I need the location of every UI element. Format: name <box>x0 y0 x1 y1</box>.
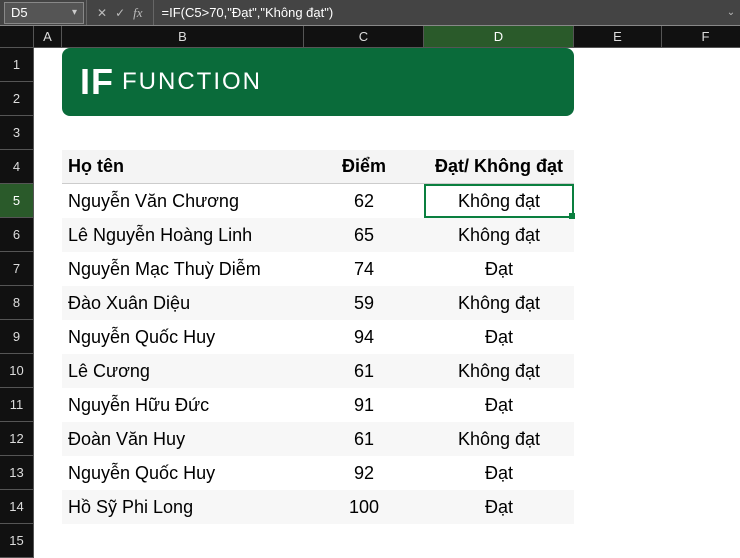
cell-name[interactable]: Lê Nguyễn Hoàng Linh <box>62 225 304 246</box>
cell-score[interactable]: 61 <box>304 429 424 450</box>
cell-name[interactable]: Nguyễn Mạc Thuỳ Diễm <box>62 259 304 280</box>
cell-status[interactable]: Không đạt <box>424 361 574 382</box>
row-header[interactable]: 1 <box>0 48 34 82</box>
formula-input[interactable]: =IF(C5>70,"Đạt","Không đạt") <box>154 5 722 20</box>
table-row[interactable]: Lê Cương61Không đạt <box>62 354 574 388</box>
fx-button-group: ✕ ✓ fx <box>86 0 154 25</box>
cell-name[interactable]: Nguyễn Quốc Huy <box>62 463 304 484</box>
cell-status[interactable]: Không đạt <box>424 293 574 314</box>
chevron-down-icon[interactable]: ▾ <box>72 7 77 18</box>
fx-icon[interactable]: fx <box>133 5 142 21</box>
cell-name[interactable]: Nguyễn Quốc Huy <box>62 327 304 348</box>
table-row[interactable]: Nguyễn Văn Chương62Không đạt <box>62 184 574 218</box>
header-name: Họ tên <box>62 156 304 177</box>
cell-status[interactable]: Đạt <box>424 259 574 280</box>
row-header[interactable]: 12 <box>0 422 34 456</box>
cancel-icon[interactable]: ✕ <box>97 6 107 20</box>
cell-score[interactable]: 92 <box>304 463 424 484</box>
row-header[interactable]: 5 <box>0 184 34 218</box>
row-header[interactable]: 11 <box>0 388 34 422</box>
table-row[interactable]: Nguyễn Hữu Đức91Đạt <box>62 388 574 422</box>
title-if: IF <box>80 61 114 103</box>
cell-status[interactable]: Đạt <box>424 327 574 348</box>
table-header-row: Họ tên Điểm Đạt/ Không đạt <box>62 150 574 184</box>
row-header[interactable]: 14 <box>0 490 34 524</box>
cell-reference: D5 <box>11 5 28 20</box>
table-row[interactable]: Đoàn Văn Huy61Không đạt <box>62 422 574 456</box>
cell-status[interactable]: Đạt <box>424 463 574 484</box>
confirm-icon[interactable]: ✓ <box>115 6 125 20</box>
cell-score[interactable]: 59 <box>304 293 424 314</box>
cell-name[interactable]: Nguyễn Văn Chương <box>62 191 304 212</box>
column-header[interactable]: B <box>62 26 304 48</box>
cell-score[interactable]: 65 <box>304 225 424 246</box>
cell-status[interactable]: Không đạt <box>424 429 574 450</box>
row-header[interactable]: 3 <box>0 116 34 150</box>
column-header[interactable]: E <box>574 26 662 48</box>
row-header[interactable]: 10 <box>0 354 34 388</box>
column-header[interactable]: A <box>34 26 62 48</box>
table-row[interactable]: Nguyễn Quốc Huy94Đạt <box>62 320 574 354</box>
column-header[interactable]: F <box>662 26 740 48</box>
title-function: FUNCTION <box>122 68 262 96</box>
column-header[interactable]: D <box>424 26 574 48</box>
column-header[interactable]: C <box>304 26 424 48</box>
cell-name[interactable]: Hồ Sỹ Phi Long <box>62 497 304 518</box>
row-header[interactable]: 4 <box>0 150 34 184</box>
cell-score[interactable]: 74 <box>304 259 424 280</box>
row-header[interactable]: 13 <box>0 456 34 490</box>
expand-formula-icon[interactable]: ⌄ <box>722 7 740 18</box>
formula-bar: D5 ▾ ✕ ✓ fx =IF(C5>70,"Đạt","Không đạt")… <box>0 0 740 26</box>
title-banner: IF FUNCTION <box>62 48 574 116</box>
cell-name[interactable]: Đoàn Văn Huy <box>62 429 304 450</box>
table-row[interactable]: Đào Xuân Diệu59Không đạt <box>62 286 574 320</box>
table-row[interactable]: Hồ Sỹ Phi Long100Đạt <box>62 490 574 524</box>
row-header[interactable]: 8 <box>0 286 34 320</box>
column-headers: ABCDEF <box>34 26 740 48</box>
row-header[interactable]: 15 <box>0 524 34 558</box>
cell-score[interactable]: 91 <box>304 395 424 416</box>
header-status: Đạt/ Không đạt <box>424 156 574 177</box>
row-headers: 123456789101112131415 <box>0 48 34 558</box>
row-header[interactable]: 6 <box>0 218 34 252</box>
row-header[interactable]: 7 <box>0 252 34 286</box>
cell-score[interactable]: 61 <box>304 361 424 382</box>
cell-status[interactable]: Đạt <box>424 395 574 416</box>
select-all-corner[interactable] <box>0 26 34 48</box>
cell-name[interactable]: Đào Xuân Diệu <box>62 293 304 314</box>
cell-name[interactable]: Lê Cương <box>62 361 304 382</box>
header-score: Điểm <box>304 156 424 177</box>
table-row[interactable]: Lê Nguyễn Hoàng Linh65Không đạt <box>62 218 574 252</box>
cell-status[interactable]: Đạt <box>424 497 574 518</box>
cell-score[interactable]: 94 <box>304 327 424 348</box>
name-box[interactable]: D5 ▾ <box>4 2 84 24</box>
row-header[interactable]: 9 <box>0 320 34 354</box>
table-row[interactable]: Nguyễn Quốc Huy92Đạt <box>62 456 574 490</box>
table-row[interactable]: Nguyễn Mạc Thuỳ Diễm74Đạt <box>62 252 574 286</box>
data-table: Họ tên Điểm Đạt/ Không đạt Nguyễn Văn Ch… <box>62 150 574 524</box>
cell-score[interactable]: 62 <box>304 191 424 212</box>
cell-status[interactable]: Không đạt <box>424 225 574 246</box>
row-header[interactable]: 2 <box>0 82 34 116</box>
cell-score[interactable]: 100 <box>304 497 424 518</box>
cell-status[interactable]: Không đạt <box>424 191 574 212</box>
cell-name[interactable]: Nguyễn Hữu Đức <box>62 395 304 416</box>
